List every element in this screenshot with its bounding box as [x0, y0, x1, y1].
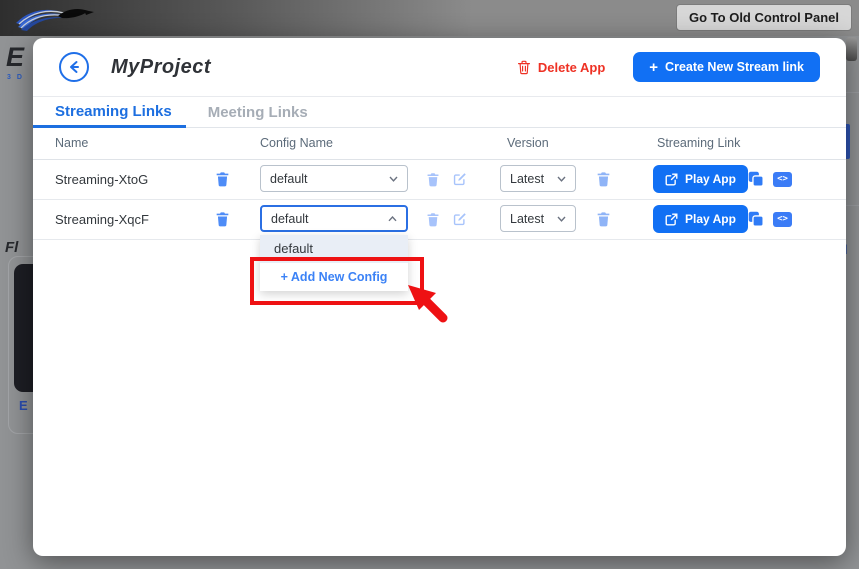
config-name-select[interactable]: default — [260, 165, 408, 192]
config-name-select-open[interactable]: default — [260, 205, 408, 232]
background-link-partial: E — [19, 398, 28, 413]
trash-outline-icon — [517, 60, 531, 75]
config-dropdown-menu: default + Add New Config — [260, 235, 408, 291]
plus-icon: + — [649, 59, 658, 76]
chevron-down-icon — [389, 176, 398, 182]
copy-link-button[interactable] — [747, 170, 764, 187]
create-new-stream-link-label: Create New Stream link — [665, 60, 804, 74]
version-select[interactable]: Latest — [500, 165, 576, 192]
tab-bar: Streaming Links Meeting Links — [33, 97, 846, 128]
eagle-logo-icon — [14, 3, 100, 34]
stream-name-label: Streaming-XtoG — [55, 172, 148, 187]
annotation-arrow-cursor — [407, 284, 457, 330]
table-header: Name Config Name Version Streaming Link — [33, 128, 846, 160]
delete-app-label: Delete App — [538, 60, 605, 75]
column-config-name: Config Name — [260, 136, 333, 150]
column-streaming-link: Streaming Link — [657, 136, 740, 150]
delete-app-button[interactable]: Delete App — [511, 59, 611, 76]
version-value: Latest — [510, 172, 544, 186]
background-section-title-partial: Fl — [5, 239, 18, 256]
edit-icon — [453, 172, 467, 186]
arrow-left-icon — [66, 59, 82, 75]
tab-meeting-links[interactable]: Meeting Links — [198, 97, 318, 128]
trash-icon — [215, 211, 230, 227]
version-select[interactable]: Latest — [500, 205, 576, 232]
column-name: Name — [55, 136, 88, 150]
topbar: Go To Old Control Panel — [0, 0, 859, 36]
add-new-config-label: Add New Config — [291, 270, 388, 284]
trash-icon — [426, 172, 440, 187]
stream-name-label: Streaming-XqcF — [55, 212, 149, 227]
copy-icon — [747, 170, 764, 187]
table-row: Streaming-XtoG default — [33, 159, 846, 200]
copy-link-button[interactable] — [747, 210, 764, 227]
trash-icon — [596, 211, 611, 227]
chevron-down-icon — [557, 216, 566, 222]
scrollbar-thumb[interactable] — [846, 37, 857, 61]
chevron-up-icon — [388, 216, 397, 222]
chevron-down-icon — [557, 176, 566, 182]
delete-version-button[interactable] — [596, 171, 611, 187]
embed-code-button[interactable]: <> — [773, 212, 792, 227]
config-name-value: default — [271, 212, 309, 226]
trash-icon — [215, 171, 230, 187]
delete-config-button[interactable] — [426, 212, 440, 227]
table-row: Streaming-XqcF default — [33, 199, 846, 240]
brand-subtext-partial: 3 D — [7, 74, 24, 81]
brand-text-partial: E — [6, 42, 25, 73]
edit-config-button[interactable] — [453, 212, 467, 226]
edit-icon — [453, 212, 467, 226]
create-new-stream-link-button[interactable]: + Create New Stream link — [633, 52, 820, 82]
trash-icon — [596, 171, 611, 187]
back-button[interactable] — [59, 52, 89, 82]
delete-stream-button[interactable] — [215, 211, 230, 227]
play-app-button[interactable]: Play App — [653, 165, 748, 193]
copy-icon — [747, 210, 764, 227]
screen: Go To Old Control Panel E 3 D Fl E All M… — [0, 0, 859, 569]
external-link-icon — [665, 173, 678, 186]
go-to-old-control-panel-button[interactable]: Go To Old Control Panel — [676, 4, 852, 31]
delete-version-button[interactable] — [596, 211, 611, 227]
project-modal: MyProject Delete App + Create New Stream… — [33, 38, 846, 556]
play-app-label: Play App — [685, 172, 736, 186]
delete-stream-button[interactable] — [215, 171, 230, 187]
tab-streaming-links[interactable]: Streaming Links — [33, 97, 186, 128]
dropdown-item-add-new-config[interactable]: + Add New Config — [260, 263, 408, 291]
plus-icon: + — [281, 270, 288, 284]
embed-code-button[interactable]: <> — [773, 172, 792, 187]
modal-header: MyProject Delete App + Create New Stream… — [33, 38, 846, 97]
play-app-button[interactable]: Play App — [653, 205, 748, 233]
dropdown-item-default[interactable]: default — [260, 235, 408, 263]
page-title: MyProject — [111, 56, 211, 79]
delete-config-button[interactable] — [426, 172, 440, 187]
version-value: Latest — [510, 212, 544, 226]
edit-config-button[interactable] — [453, 172, 467, 186]
external-link-icon — [665, 213, 678, 226]
column-version: Version — [507, 136, 549, 150]
play-app-label: Play App — [685, 212, 736, 226]
config-name-value: default — [270, 172, 308, 186]
trash-icon — [426, 212, 440, 227]
